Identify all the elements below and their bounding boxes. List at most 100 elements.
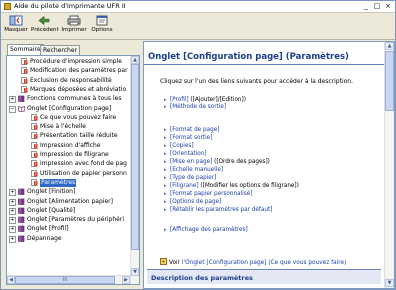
topic-link[interactable]: ▸ [Orientation]: [164, 151, 207, 158]
tree-item-label: Onglet [Alimentation papier]: [27, 197, 113, 205]
tree-item-label: Onglet [Configuration page]: [27, 104, 112, 112]
content-vertical-scrollbar[interactable]: ▲ ▼: [384, 42, 394, 288]
link-arrow-icon: ▸: [164, 135, 167, 141]
topic-link-text[interactable]: [Options de page]: [170, 199, 221, 205]
topic-link-text[interactable]: [Format sortie]: [170, 135, 212, 141]
topic-link-text[interactable]: [Affichage des paramètres]: [170, 227, 248, 233]
topic-link-extra[interactable]: ([Modifier les options de filigrane]): [199, 183, 299, 189]
scroll-right-arrow-icon[interactable]: ▶: [122, 276, 130, 284]
content-scroll-thumb[interactable]: [385, 51, 394, 111]
tree-item-label: Impression avec fond de pag: [40, 160, 127, 168]
book-icon: [18, 95, 25, 102]
topic-link-text[interactable]: [Format papier personnalisé]: [170, 191, 252, 197]
title-bar: Aide du pilote d'imprimante UFR II _ □ ×: [1, 1, 395, 13]
svg-text:?: ?: [25, 88, 27, 93]
topic-link-text[interactable]: [Mise en page]: [170, 159, 212, 165]
topic-link-text[interactable]: [Filigrane]: [170, 183, 199, 189]
maximize-button[interactable]: □: [372, 2, 382, 10]
topic-heading: Onglet [Configuration page] (Paramètres): [144, 52, 384, 65]
topic-link[interactable]: ▸ [Filigrane] ([Modifier les options de f…: [164, 183, 299, 190]
help-topic-icon: ?: [21, 86, 28, 93]
topic-link-text[interactable]: [Profil]: [170, 97, 189, 103]
link-arrow-icon: ▸: [164, 175, 167, 181]
close-button[interactable]: ×: [383, 2, 393, 10]
topic-link-extra[interactable]: ([Ordre des pages]): [212, 159, 270, 165]
expand-icon[interactable]: +: [9, 217, 16, 225]
tree-item-label: Mise à l'échelle: [40, 123, 86, 131]
expand-icon[interactable]: +: [9, 207, 16, 215]
back-button-label: Précédent: [31, 27, 59, 33]
tree-item-label: Utilisation de papier personn: [40, 169, 127, 177]
page-title: Onglet [Configuration page] (Paramètres): [148, 52, 349, 62]
tree-item-label: Exclusion de responsabilité: [30, 76, 112, 84]
tab-search[interactable]: Rechercher: [40, 45, 80, 55]
tree-hscroll-thumb[interactable]: III: [15, 276, 115, 284]
svg-text:?: ?: [35, 134, 37, 139]
topic-link[interactable]: ▸ [Mise en page] ([Ordre des pages]): [164, 159, 270, 166]
tree-vertical-scrollbar[interactable]: ▲ ▼: [130, 56, 139, 284]
topic-link[interactable]: ▸ [Copies]: [164, 143, 194, 150]
tree-scroll-thumb[interactable]: [131, 64, 139, 250]
scroll-down-arrow-icon[interactable]: ▼: [131, 268, 139, 276]
collapse-icon[interactable]: −: [9, 105, 16, 113]
link-arrow-icon: ▸: [164, 167, 167, 173]
topic-link-extra[interactable]: ([Ajouter]/[Edition]): [189, 97, 246, 103]
link-arrow-icon: ▸: [164, 207, 167, 213]
help-topic-icon: ?: [31, 169, 38, 177]
printer-icon: [67, 15, 81, 26]
see-also-link[interactable]: l'Onglet [Configuration page] (Ce que vo…: [182, 260, 346, 266]
link-arrow-icon: ▸: [164, 227, 167, 233]
navigation-pane: Sommaire Rechercher ? Procédure d'impress…: [3, 41, 140, 287]
tree-item-label: Onglet [Finition]: [27, 188, 76, 196]
tab-contents[interactable]: Sommaire: [7, 44, 44, 55]
tree-item-label: Marques déposées et abréviatio: [30, 85, 127, 93]
tree-horizontal-scrollbar[interactable]: ◀ III ▶: [7, 275, 130, 284]
topic-link-text[interactable]: [Copies]: [170, 143, 194, 149]
back-button[interactable]: Précédent: [31, 14, 59, 38]
window-title: Aide du pilote d'imprimante UFR II: [14, 2, 126, 10]
topic-link-text[interactable]: [Orientation]: [170, 151, 207, 157]
topic-link[interactable]: ▸ [Type de papier]: [164, 175, 216, 182]
topic-link[interactable]: ▸ [Format sortie]: [164, 135, 212, 142]
topic-link-text[interactable]: [Type de papier]: [170, 175, 216, 181]
topic-link-text[interactable]: [Echelle manuelle]: [170, 167, 223, 173]
content-scroll-down-arrow-icon[interactable]: ▼: [385, 279, 394, 287]
hide-pane-icon: [9, 15, 23, 26]
tree-item-label: Ce que vous pouvez faire: [40, 113, 117, 121]
topic-link[interactable]: ▸ [Format de page]: [164, 127, 219, 134]
content-scroll-up-arrow-icon[interactable]: ▲: [385, 42, 394, 50]
expand-icon[interactable]: +: [9, 198, 16, 206]
tree-item-label: Onglet [Profil]: [27, 225, 69, 233]
topic-link-text[interactable]: [Méthode de sortie]: [170, 104, 226, 110]
help-topic-icon: ?: [21, 58, 28, 65]
topic-link[interactable]: ▸ [Profil] ([Ajouter]/[Edition]): [164, 97, 246, 104]
expand-icon[interactable]: +: [9, 189, 16, 197]
description-section-header: Description des paramètres: [147, 269, 381, 284]
intro-text: Cliquez sur l'un des liens suivants pour…: [160, 78, 354, 85]
expand-icon[interactable]: +: [9, 226, 16, 234]
expand-icon[interactable]: +: [9, 235, 16, 243]
contents-tree: ? Procédure d'impression simple? Modificat…: [7, 57, 130, 274]
tree-item-label: Onglet [Paramètres du périphéri: [27, 216, 124, 224]
expand-icon[interactable]: +: [9, 96, 16, 104]
topic-link[interactable]: ▸ [Rétablir les paramètres par défaut]: [164, 207, 272, 214]
topic-link[interactable]: ▸ [Format papier personnalisé]: [164, 191, 252, 198]
topic-link[interactable]: ▸ [Affichage des paramètres]: [164, 227, 248, 234]
topic-link[interactable]: ▸ [Echelle manuelle]: [164, 167, 223, 174]
scroll-up-arrow-icon[interactable]: ▲: [131, 56, 139, 64]
tree-item-label: Présentation taille réduite: [40, 132, 118, 140]
minimize-button[interactable]: _: [361, 2, 371, 10]
topic-link[interactable]: ▸ [Options de page]: [164, 199, 221, 206]
hide-button-label: Masquer: [4, 27, 28, 33]
scroll-left-arrow-icon[interactable]: ◀: [7, 276, 15, 284]
topic-link-text[interactable]: [Rétablir les paramètres par défaut]: [170, 207, 272, 213]
svg-text:?: ?: [25, 69, 27, 74]
book-icon: [18, 207, 25, 214]
link-arrow-icon: ▸: [164, 97, 167, 103]
print-button[interactable]: Imprimer: [61, 14, 87, 38]
options-button[interactable]: Options: [89, 14, 115, 38]
topic-link[interactable]: ▸ [Méthode de sortie]: [164, 104, 226, 111]
svg-text:?: ?: [35, 181, 37, 186]
hide-button[interactable]: Masquer: [3, 14, 29, 38]
topic-link-text[interactable]: [Format de page]: [170, 127, 219, 133]
